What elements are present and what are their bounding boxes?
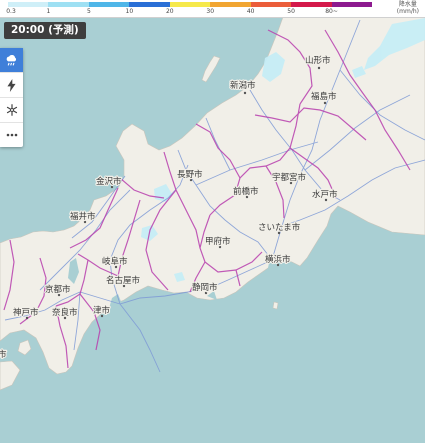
- city-label-utsunomiya: 宇都宮市: [272, 172, 307, 183]
- city-label-fukui: 福井市: [70, 211, 96, 222]
- tool-more[interactable]: [0, 123, 23, 147]
- city-label-yokohama: 横浜市: [265, 254, 291, 265]
- legend-swatch: [169, 2, 211, 7]
- map-canvas[interactable]: 山形市 新潟市 福島市 金沢市 長野市 宇都宮市 前橋市 水戸市 福井市 さいた…: [0, 0, 425, 443]
- rain-cloud-icon: [6, 54, 17, 66]
- city-label-tsu: 津市: [93, 305, 111, 316]
- city-label-gifu: 岐阜市: [102, 256, 128, 267]
- city-label-niigata: 新潟市: [230, 80, 256, 91]
- lightning-icon: [7, 78, 16, 92]
- more-icon: [6, 133, 17, 137]
- time-label: 20:00 (予測): [4, 22, 86, 39]
- legend-swatch: [291, 2, 332, 7]
- tool-rain[interactable]: [0, 48, 23, 73]
- city-label-shizuoka: 静岡市: [192, 282, 218, 293]
- legend-tick-label: 40: [246, 8, 255, 15]
- legend-swatch: [210, 2, 251, 7]
- legend-tick-label: 50: [287, 8, 295, 15]
- city-label-partial: 市: [0, 349, 7, 360]
- legend-title-text: 降水量: [398, 1, 417, 8]
- legend-title: 降水量 (mm/h): [397, 1, 419, 15]
- legend-tick-label: 0.3: [6, 8, 16, 15]
- city-label-kanazawa: 金沢市: [96, 176, 122, 187]
- legend-swatch: [129, 2, 170, 7]
- layer-toolbar: [0, 48, 23, 147]
- legend-swatch: [331, 2, 372, 7]
- legend-ticks: 0.3 1 5 10 20 30 40 50 80~: [0, 8, 425, 17]
- city-label-kobe: 神戸市: [13, 307, 39, 318]
- city-label-nagoya: 名古屋市: [106, 275, 141, 286]
- legend-tick-label: 20: [165, 8, 174, 15]
- city-label-maebashi: 前橋市: [233, 186, 259, 197]
- city-label-saitama: さいたま市: [258, 222, 301, 233]
- tool-lightning[interactable]: [0, 73, 23, 98]
- legend-tick-label: 80~: [325, 8, 338, 15]
- city-label-nara: 奈良市: [52, 307, 78, 318]
- legend-color-scale: [8, 2, 372, 7]
- map-view: { "legend": { "ticks": ["0.3", "1", "5",…: [0, 0, 425, 443]
- city-label-fukushima: 福島市: [311, 91, 337, 102]
- land-izu-island: [272, 301, 279, 310]
- legend-swatch: [48, 2, 89, 7]
- city-label-yamagata: 山形市: [305, 55, 331, 66]
- city-label-mito: 水戸市: [312, 189, 338, 200]
- city-label-kyoto: 京都市: [45, 284, 71, 295]
- legend-tick-label: 1: [46, 8, 51, 15]
- tool-snow[interactable]: [0, 98, 23, 123]
- legend-swatch: [250, 2, 292, 7]
- legend-swatch: [8, 2, 49, 7]
- precipitation-legend: 0.3 1 5 10 20 30 40 50 80~ 降水量 (mm/h): [0, 0, 425, 18]
- legend-swatch: [88, 2, 130, 7]
- legend-tick-label: 30: [206, 8, 215, 15]
- snow-icon: [6, 104, 17, 116]
- city-label-nagano: 長野市: [177, 169, 203, 180]
- city-label-kofu: 甲府市: [205, 236, 231, 247]
- legend-unit-text: (mm/h): [396, 8, 419, 15]
- legend-tick-label: 10: [125, 8, 134, 15]
- legend-tick-label: 5: [86, 8, 91, 15]
